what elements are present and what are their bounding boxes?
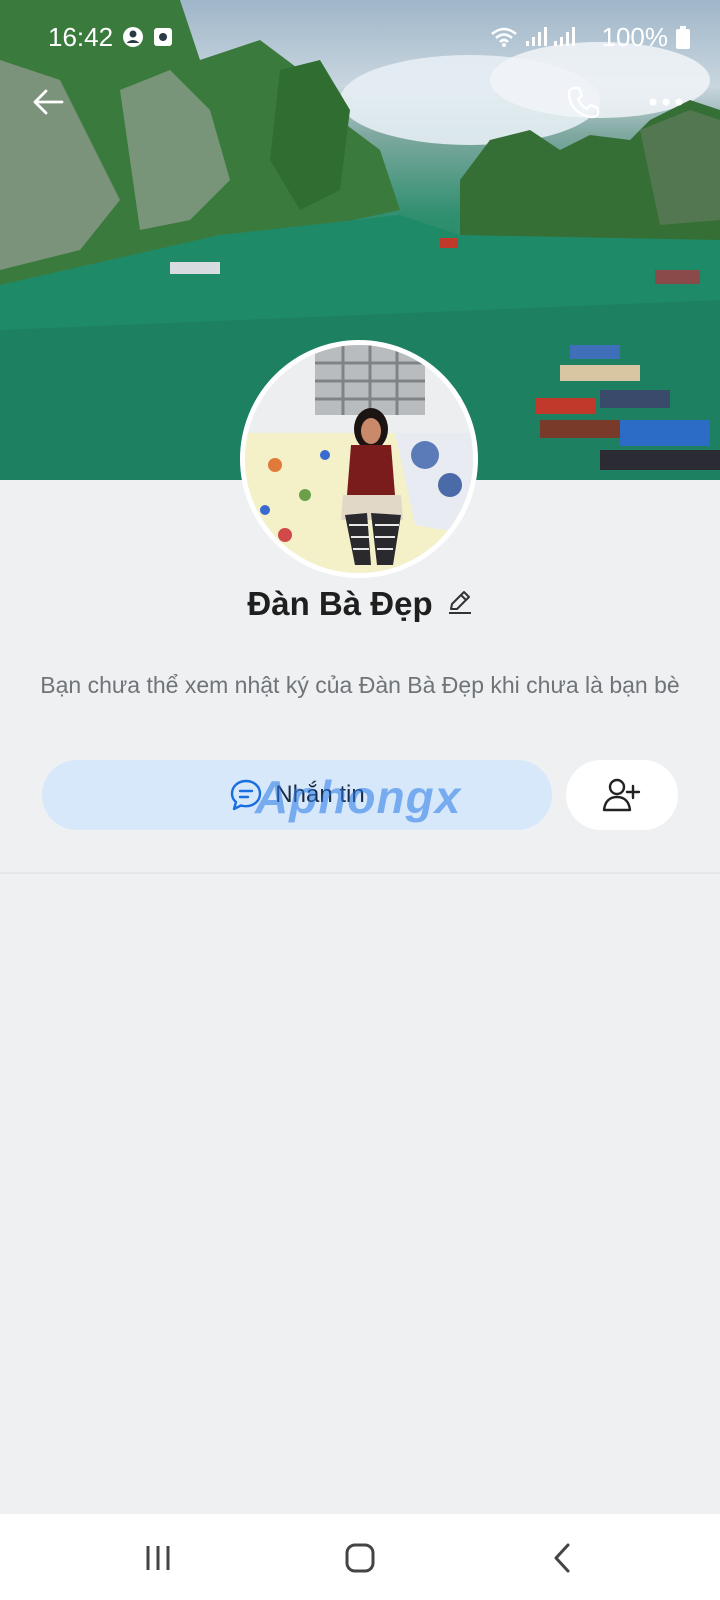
account-status-icon [122,26,144,48]
edit-name-button[interactable] [447,589,473,620]
nav-back-icon [554,1543,570,1573]
more-dots-icon [649,98,683,106]
wifi-icon [490,26,518,48]
back-button[interactable] [24,78,72,126]
message-button[interactable]: Nhắn tin [42,760,552,830]
back-arrow-icon [33,89,64,115]
signal-icon-2 [552,26,576,48]
section-divider [0,872,720,874]
call-button[interactable] [560,78,608,126]
battery-percent: 100% [601,22,669,52]
pencil-icon [448,590,471,614]
profile-name: Đàn Bà Đẹp [247,585,433,622]
nav-back-button[interactable] [532,1534,592,1582]
more-button[interactable] [642,78,690,126]
recents-button[interactable] [128,1534,188,1582]
system-nav-bar [0,1514,720,1600]
privacy-notice: Bạn chưa thể xem nhật ký của Đàn Bà Đẹp … [40,672,680,698]
home-button[interactable] [330,1534,390,1582]
avatar[interactable] [240,340,478,578]
add-friend-icon [602,778,641,812]
recents-icon [146,1546,170,1570]
battery-icon [674,26,692,49]
add-friend-button[interactable] [566,760,678,830]
chat-bubble-icon [231,779,262,811]
status-bar: 16:42 100% [0,0,720,78]
name-row: Đàn Bà Đẹp [0,585,720,623]
message-button-label: Nhắn tin [275,781,365,808]
home-icon [345,1543,375,1573]
signal-icon-1 [524,26,548,48]
status-time: 16:42 [48,22,114,52]
phone-icon [567,86,600,119]
screenshot-status-icon [152,26,174,48]
